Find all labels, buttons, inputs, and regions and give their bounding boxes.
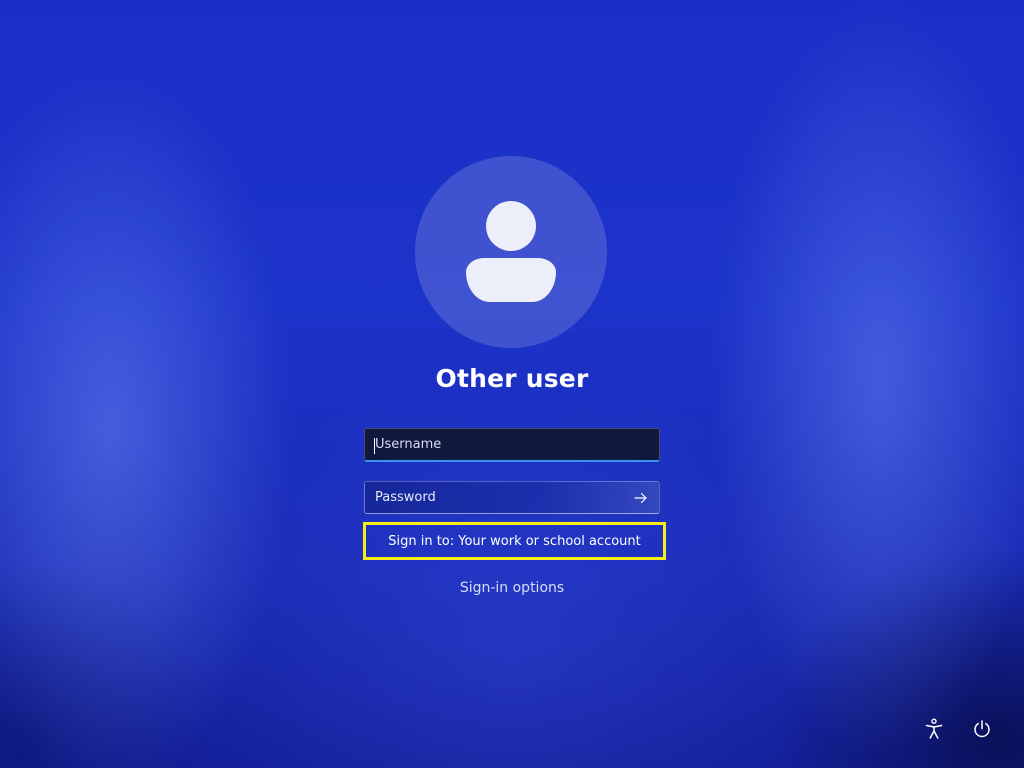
power-button[interactable]	[969, 716, 995, 742]
person-icon-body	[466, 258, 556, 302]
username-input[interactable]	[365, 429, 659, 460]
sign-in-to-label: Sign in to: Your work or school account	[363, 522, 666, 560]
sign-in-options-link[interactable]: Sign-in options	[0, 580, 1024, 596]
password-input[interactable]	[365, 482, 625, 513]
username-field[interactable]	[364, 428, 660, 462]
user-display-name: Other user	[435, 364, 589, 393]
user-avatar	[415, 156, 607, 348]
accessibility-button[interactable]	[921, 716, 947, 742]
submit-button[interactable]	[627, 485, 655, 511]
arrow-right-icon	[634, 492, 647, 504]
person-icon-head	[486, 201, 536, 251]
power-icon	[974, 720, 990, 738]
accessibility-icon	[925, 718, 943, 739]
password-field[interactable]	[364, 481, 660, 514]
text-cursor	[374, 438, 375, 454]
